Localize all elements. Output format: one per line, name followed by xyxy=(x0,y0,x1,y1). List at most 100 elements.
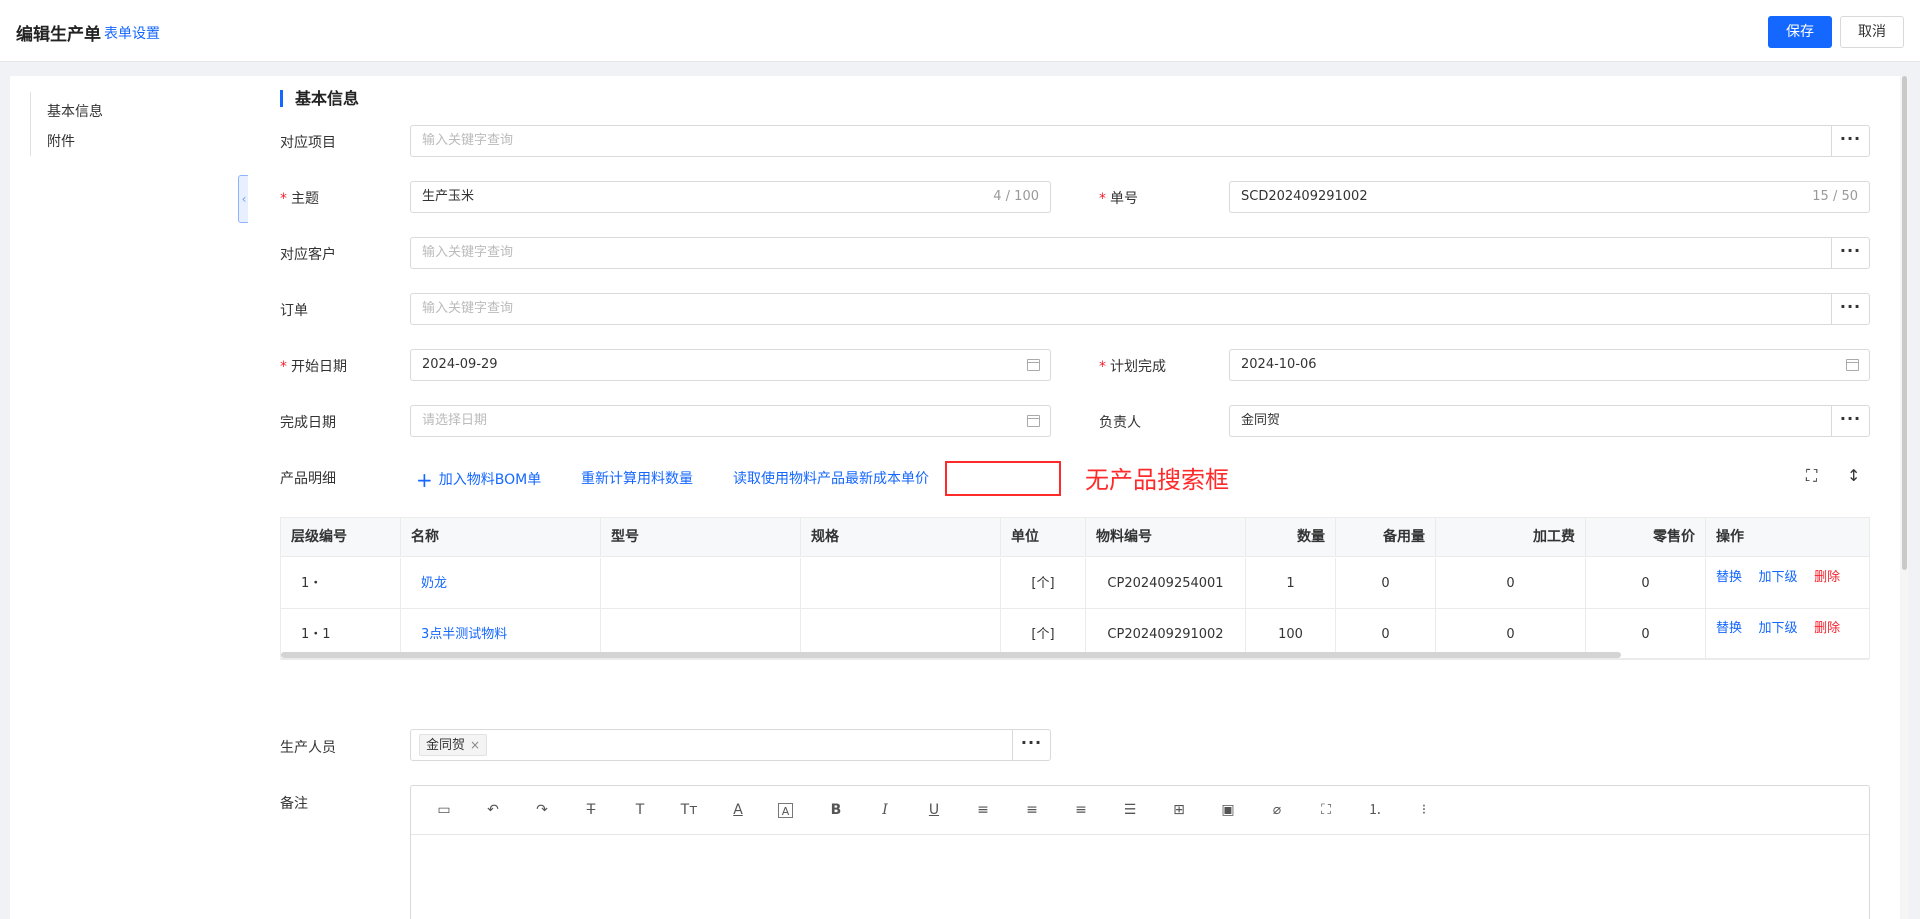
col-unit: 单位 xyxy=(1001,518,1086,557)
order-no-input[interactable]: SCD202409291002 15 / 50 xyxy=(1229,181,1870,213)
add-child-button[interactable]: 加下级 xyxy=(1759,570,1798,585)
annotation-note: 无产品搜索框 xyxy=(1085,466,1229,494)
close-icon[interactable]: × xyxy=(470,738,480,752)
delete-button[interactable]: 删除 xyxy=(1814,570,1840,585)
section-title: 基本信息 xyxy=(280,90,359,107)
owner-value: 金同贺 xyxy=(1241,413,1281,428)
font-color-icon[interactable]: A xyxy=(729,801,747,819)
subject-input[interactable]: 生产玉米 4 / 100 xyxy=(410,181,1051,213)
table-icon[interactable]: ⊞ xyxy=(1170,801,1188,819)
italic-icon[interactable]: I xyxy=(876,801,894,819)
cell-fee[interactable]: 0 xyxy=(1436,558,1586,609)
start-date-picker[interactable]: 2024-09-29 xyxy=(410,349,1051,381)
anchor-attachment[interactable]: 附件 xyxy=(47,131,75,151)
plus-icon: + xyxy=(416,468,433,492)
replace-button[interactable]: 替换 xyxy=(1716,621,1742,636)
replace-button[interactable]: 替换 xyxy=(1716,570,1742,585)
more-icon[interactable]: ··· xyxy=(1831,126,1869,156)
order-placeholder: 输入关键字查询 xyxy=(422,301,514,316)
plan-done-picker[interactable]: 2024-10-06 xyxy=(1229,349,1870,381)
save-button[interactable]: 保存 xyxy=(1768,16,1832,48)
remark-label: 备注 xyxy=(280,796,308,812)
cancel-button[interactable]: 取消 xyxy=(1840,16,1904,48)
undo-icon[interactable]: ↶ xyxy=(484,801,502,819)
anchor-line xyxy=(30,92,31,156)
cell-spec xyxy=(801,558,1001,609)
add-child-button[interactable]: 加下级 xyxy=(1759,621,1798,636)
project-input[interactable]: 输入关键字查询 ··· xyxy=(410,125,1870,157)
col-code: 物料编号 xyxy=(1086,518,1246,557)
scrollbar-thumb[interactable] xyxy=(1902,76,1907,570)
customer-label: 对应客户 xyxy=(280,247,336,263)
done-date-picker[interactable]: 请选择日期 xyxy=(410,405,1051,437)
cell-qty[interactable]: 1 xyxy=(1246,558,1336,609)
subject-label: * 主题 xyxy=(280,191,319,207)
rich-text-editor[interactable]: ▭ ↶ ↷ T T Tт A A B I U ≡ ≡ ≡ ☰ ⊞ ▣ ⌀ ⛶ ⒈… xyxy=(410,785,1870,919)
fullscreen-icon[interactable]: ⛶ xyxy=(1317,801,1335,819)
col-name: 名称 xyxy=(401,518,601,557)
plan-done-value: 2024-10-06 xyxy=(1241,357,1317,372)
owner-label: 负责人 xyxy=(1099,415,1141,431)
image-icon[interactable]: ▣ xyxy=(1219,801,1237,819)
cell-ops: 替换 加下级 删除 xyxy=(1706,609,1869,660)
template-icon[interactable]: ▭ xyxy=(435,801,453,819)
underline-icon[interactable]: U xyxy=(925,801,943,819)
top-bar: 编辑生产单 表单设置 保存 取消 xyxy=(0,0,1920,62)
align-center-icon[interactable]: ≡ xyxy=(1023,801,1041,819)
col-fee: 加工费 xyxy=(1436,518,1586,557)
customer-input[interactable]: 输入关键字查询 ··· xyxy=(410,237,1870,269)
col-price: 零售价 xyxy=(1586,518,1706,557)
calendar-icon[interactable] xyxy=(1027,415,1040,427)
add-bom-button[interactable]: + 加入物料BOM单 xyxy=(416,468,541,492)
form-settings-link[interactable]: 表单设置 xyxy=(104,23,160,43)
cell-unit: [个] xyxy=(1001,558,1086,609)
anchor-basic-info[interactable]: 基本信息 xyxy=(47,101,103,121)
cell-ops: 替换 加下级 删除 xyxy=(1706,558,1869,609)
project-placeholder: 输入关键字查询 xyxy=(422,133,514,148)
text-icon[interactable]: T xyxy=(631,801,649,819)
page-title: 编辑生产单 xyxy=(16,25,101,45)
col-ops: 操作 xyxy=(1716,529,1744,545)
more-icon[interactable]: ··· xyxy=(1831,294,1869,324)
col-model: 型号 xyxy=(601,518,801,557)
done-date-label: 完成日期 xyxy=(280,415,336,431)
more-icon[interactable]: ··· xyxy=(1012,730,1050,760)
attachment-icon[interactable]: ⌀ xyxy=(1268,801,1286,819)
staff-input[interactable]: 金同贺 × ··· xyxy=(410,729,1051,761)
start-date-label: * 开始日期 xyxy=(280,359,347,375)
table-row: 1・ 奶龙 [个] CP202409254001 1 0 0 0 替换 加下级 … xyxy=(281,558,1869,609)
calendar-icon[interactable] xyxy=(1027,359,1040,371)
table-horizontal-scrollbar[interactable] xyxy=(281,652,1621,658)
unordered-list-icon[interactable]: ⁝ xyxy=(1415,801,1433,819)
order-input[interactable]: 输入关键字查询 ··· xyxy=(410,293,1870,325)
vertical-resize-icon[interactable]: ↕ xyxy=(1847,466,1860,485)
more-icon[interactable]: ··· xyxy=(1831,406,1869,436)
align-left-icon[interactable]: ≡ xyxy=(974,801,992,819)
bg-color-icon[interactable]: A xyxy=(778,803,793,818)
cell-name[interactable]: 奶龙 xyxy=(401,558,601,609)
owner-input[interactable]: 金同贺 ··· xyxy=(1229,405,1870,437)
order-no-value: SCD202409291002 xyxy=(1241,189,1368,204)
recalc-button[interactable]: 重新计算用料数量 xyxy=(581,468,693,488)
staff-label: 生产人员 xyxy=(280,740,336,756)
read-cost-button[interactable]: 读取使用物料产品最新成本单价 xyxy=(733,468,929,488)
order-label: 订单 xyxy=(280,303,308,319)
start-date-value: 2024-09-29 xyxy=(422,357,498,372)
cell-level: 1・ xyxy=(281,558,401,609)
ordered-list-icon[interactable]: ⒈ xyxy=(1366,801,1384,819)
cell-spare[interactable]: 0 xyxy=(1336,558,1436,609)
fullscreen-icon[interactable]: ⛶ xyxy=(1806,466,1817,486)
more-icon[interactable]: ··· xyxy=(1831,238,1869,268)
col-level: 层级编号 xyxy=(281,518,401,557)
redo-icon[interactable]: ↷ xyxy=(533,801,551,819)
font-size-icon[interactable]: Tт xyxy=(680,801,698,819)
delete-button[interactable]: 删除 xyxy=(1814,621,1840,636)
strikethrough-icon[interactable]: T xyxy=(582,801,600,819)
justify-icon[interactable]: ☰ xyxy=(1121,801,1139,819)
order-no-label: * 单号 xyxy=(1099,191,1138,207)
bold-icon[interactable]: B xyxy=(827,801,845,819)
align-right-icon[interactable]: ≡ xyxy=(1072,801,1090,819)
table-header: 层级编号 名称 型号 规格 单位 物料编号 数量 备用量 加工费 零售价 操作 xyxy=(281,518,1869,557)
cell-price[interactable]: 0 xyxy=(1586,558,1706,609)
calendar-icon[interactable] xyxy=(1846,359,1859,371)
